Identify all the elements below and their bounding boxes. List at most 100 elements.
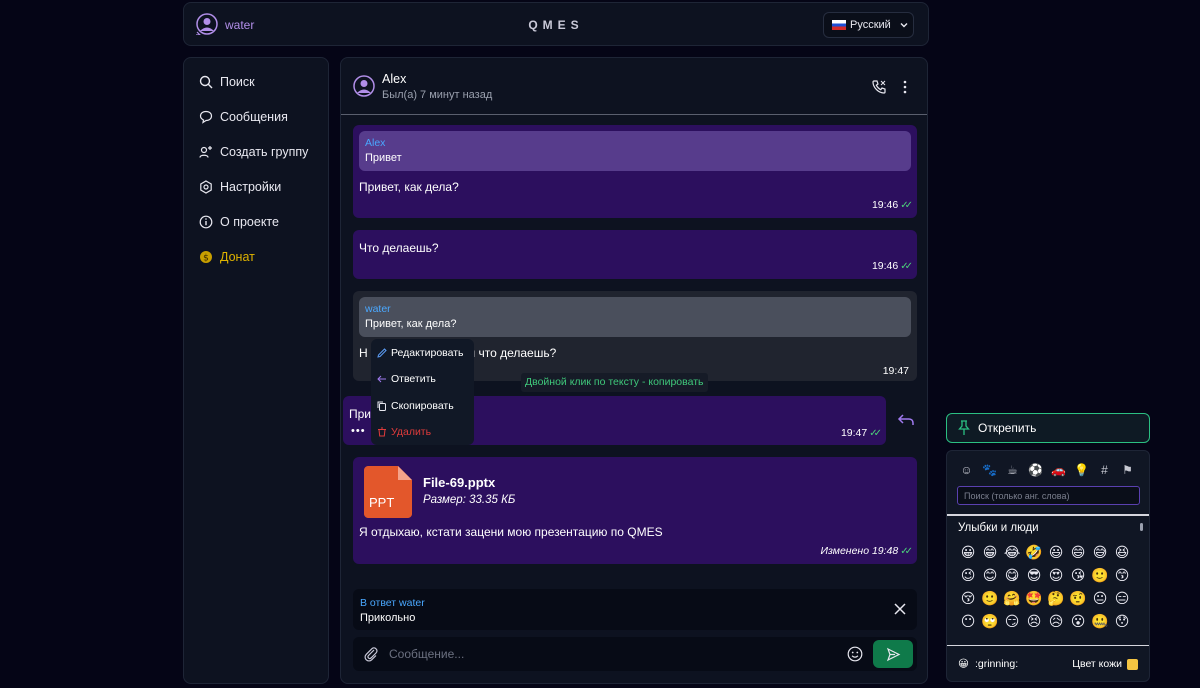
emoji-category-tab[interactable]: 🚗 (1051, 462, 1066, 477)
emoji-item[interactable]: 😙 (1111, 564, 1133, 587)
message-input[interactable] (389, 644, 839, 664)
emoji-category-bar: ☺ 🐾 ☕ ⚽ 🚗 💡 # ⚑ (959, 462, 1135, 477)
emoji-item[interactable]: 🤩 (1023, 587, 1045, 610)
message-options-icon[interactable]: ••• (351, 425, 366, 437)
sidebar-item-label: Создать группу (220, 145, 309, 159)
emoji-category-tab[interactable]: # (1097, 462, 1112, 477)
emoji-item[interactable]: 🤣 (1023, 541, 1045, 564)
emoji-item[interactable]: 😆 (1111, 541, 1133, 564)
menu-item-reply[interactable]: Ответить (377, 373, 436, 385)
message-text: Я отдыхаю, кстати зацени мою презентацию… (359, 525, 663, 539)
message-text-end: ты что делаешь? (461, 346, 557, 360)
emoji-item[interactable]: 😎 (1023, 564, 1045, 587)
coin-icon: $ (200, 251, 212, 263)
quoted-message[interactable]: Alex Привет (359, 131, 911, 171)
message-bubble[interactable]: Alex Привет Привет, как дела? 19:46 ✓✓ (353, 125, 917, 218)
sidebar-item-search[interactable]: Поиск (199, 75, 255, 89)
unpin-label: Открепить (978, 421, 1037, 435)
emoji-item[interactable]: 😁 (979, 541, 1001, 564)
emoji-item[interactable]: 😂 (1001, 541, 1023, 564)
emoji-item[interactable]: 😘 (1067, 564, 1089, 587)
emoji-item[interactable]: 😥 (1045, 610, 1067, 633)
sidebar-item-create-group[interactable]: Создать группу (199, 145, 308, 159)
emoji-footer-divider (947, 645, 1149, 646)
emoji-category-tab[interactable]: ☺ (959, 462, 974, 477)
sidebar-item-about[interactable]: О проекте (199, 215, 279, 229)
emoji-divider (947, 514, 1149, 516)
emoji-item[interactable]: 😃 (1045, 541, 1067, 564)
emoji-category-tab[interactable]: ⚑ (1120, 462, 1135, 477)
emoji-item[interactable]: 😍 (1045, 564, 1067, 587)
emoji-item[interactable]: 😉 (957, 564, 979, 587)
emoji-item[interactable]: 😯 (1111, 610, 1133, 633)
paperclip-icon[interactable] (363, 646, 379, 662)
info-icon (199, 215, 213, 229)
chat-panel: Alex Был(а) 7 минут назад Alex Привет Пр… (340, 57, 928, 684)
emoji-item[interactable]: 😶 (957, 610, 979, 633)
quote-author: Alex (365, 137, 386, 149)
close-icon[interactable] (893, 602, 907, 616)
emoji-item[interactable]: 😮 (1067, 610, 1089, 633)
emoji-item[interactable]: 😏 (1001, 610, 1023, 633)
emoji-category-tab[interactable]: 💡 (1074, 462, 1089, 477)
emoji-item[interactable]: 🙂 (979, 587, 1001, 610)
peer-name[interactable]: Alex (382, 72, 406, 86)
emoji-preview: 😀 :grinning: (958, 658, 1018, 670)
sidebar-item-settings[interactable]: Настройки (199, 180, 281, 194)
sidebar-item-messages[interactable]: Сообщения (199, 110, 288, 124)
emoji-item[interactable]: 😣 (1023, 610, 1045, 633)
double-check-icon: ✓✓ (900, 199, 913, 211)
emoji-category-tab[interactable]: 🐾 (982, 462, 997, 477)
emoji-category-tab[interactable]: ☕ (1005, 462, 1020, 477)
send-button[interactable] (873, 640, 913, 668)
message-text: Что делаешь? (359, 241, 439, 255)
emoji-item[interactable]: 😑 (1111, 587, 1133, 610)
emoji-category-tab[interactable]: ⚽ (1028, 462, 1043, 477)
app-logo: QMES (528, 18, 584, 32)
phone-call-icon[interactable] (871, 79, 887, 95)
skin-tone-selector[interactable]: Цвет кожи (1072, 658, 1138, 670)
emoji-item[interactable]: 🤗 (1001, 587, 1023, 610)
emoji-item[interactable]: 🤨 (1067, 587, 1089, 610)
gear-icon (200, 180, 212, 194)
quoted-message[interactable]: water Привет, как дела? (359, 297, 911, 337)
emoji-item[interactable]: 😚 (957, 587, 979, 610)
emoji-item[interactable]: 😋 (1001, 564, 1023, 587)
menu-item-edit[interactable]: Редактировать (377, 347, 464, 359)
message-time: 19:46 ✓✓ (872, 199, 913, 211)
emoji-item[interactable]: 😄 (1067, 541, 1089, 564)
emoji-item[interactable]: 😐 (1089, 587, 1111, 610)
emoji-item[interactable]: 😀 (957, 541, 979, 564)
file-name[interactable]: File-69.pptx (423, 475, 495, 490)
menu-item-delete[interactable]: Удалить (377, 426, 431, 438)
reply-arrow-icon[interactable] (897, 413, 915, 427)
emoji-item[interactable]: 😊 (979, 564, 1001, 587)
ppt-file-icon[interactable] (364, 466, 412, 518)
menu-item-copy[interactable]: Скопировать (377, 400, 454, 412)
emoji-search-input[interactable] (957, 486, 1140, 505)
unpin-button[interactable]: Открепить (946, 413, 1150, 443)
emoji-item[interactable]: 🤔 (1045, 587, 1067, 610)
emoji-picker: ☺🐾☕⚽🚗💡#⚑ Улыбки и люди 😀😁😂🤣😃😄😅😆😉😊😋😎😍😘🙂😙😚… (946, 450, 1150, 682)
emoji-category-title: Улыбки и люди (958, 522, 1039, 534)
pencil-icon (377, 348, 387, 358)
smiley-icon[interactable] (847, 646, 863, 662)
emoji-scrollbar[interactable] (1140, 523, 1143, 531)
copy-hint-tooltip: Двойной клик по тексту - копировать (521, 373, 708, 392)
message-time: 19:47 ✓✓ (841, 427, 882, 439)
language-select[interactable]: Русский (823, 12, 914, 38)
message-text: Привет, как дела? (359, 180, 459, 194)
emoji-item[interactable]: 🙄 (979, 610, 1001, 633)
message-bubble-file[interactable]: PPT File-69.pptx Размер: 33.35 КБ Я отды… (353, 457, 917, 564)
emoji-item[interactable]: 😅 (1089, 541, 1111, 564)
sidebar-item-label: Донат (220, 250, 255, 264)
more-vertical-icon[interactable] (897, 79, 913, 95)
message-time-value: 19:47 (882, 365, 909, 377)
emoji-item[interactable]: 🙂 (1089, 564, 1111, 587)
menu-item-label: Ответить (391, 373, 436, 385)
peer-avatar-icon[interactable] (353, 75, 375, 97)
message-bubble[interactable]: Что делаешь? 19:46 ✓✓ (353, 230, 917, 279)
svg-text:$: $ (203, 253, 209, 263)
sidebar-item-donate[interactable]: $ Донат (199, 250, 255, 264)
emoji-item[interactable]: 🤐 (1089, 610, 1111, 633)
